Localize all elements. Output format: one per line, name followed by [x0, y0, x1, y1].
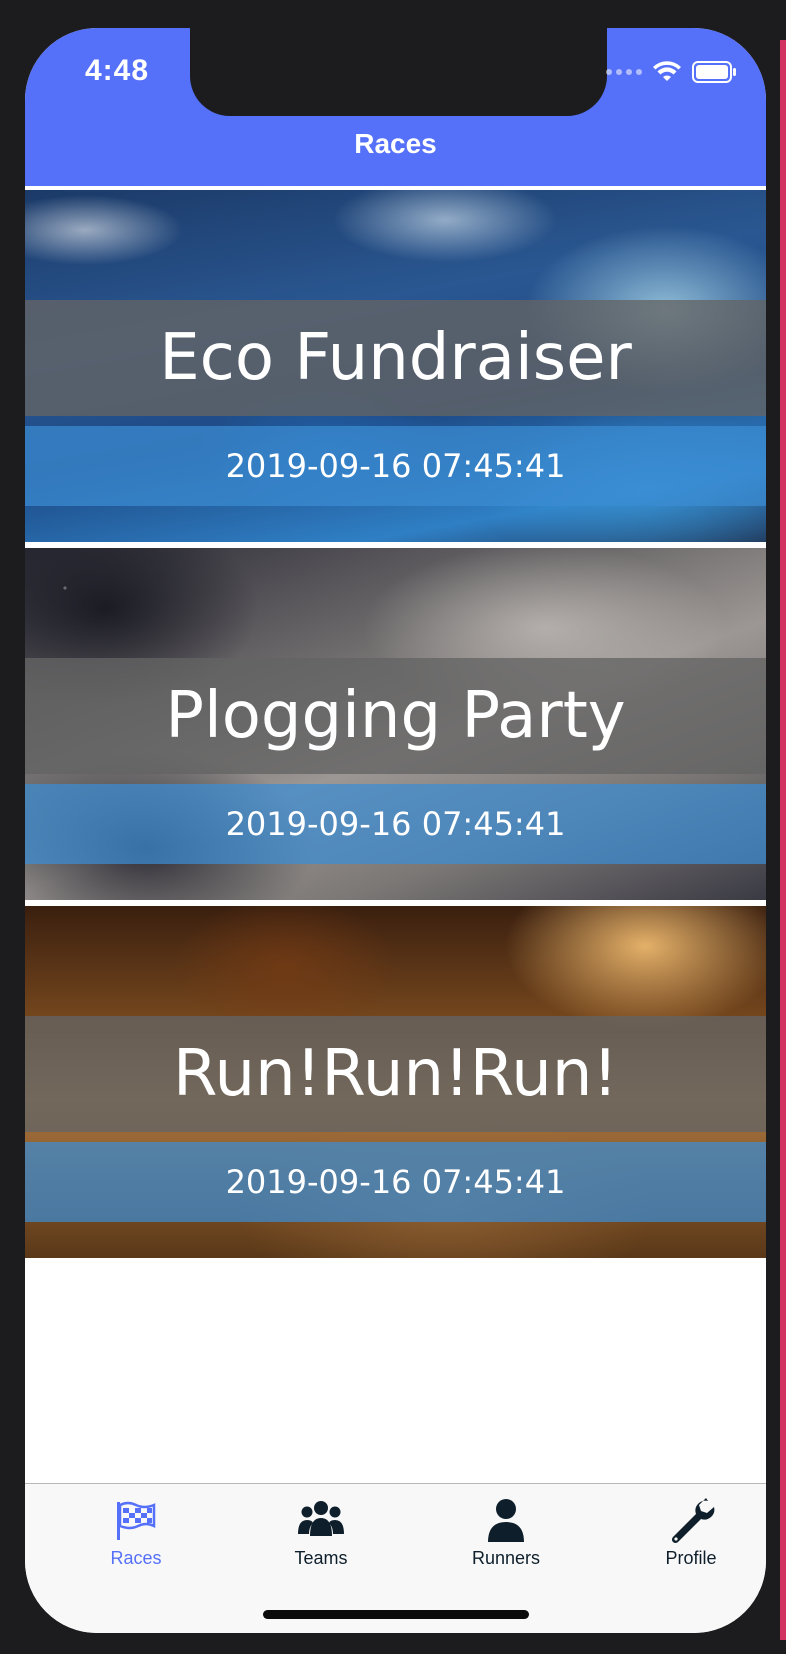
device-frame: 4:48 Races Eco Fundraiser 2019-09-16 07:… [0, 0, 786, 1654]
race-datetime: 2019-09-16 07:45:41 [225, 447, 566, 485]
tab-runners[interactable]: Runners [431, 1496, 581, 1576]
tab-teams[interactable]: Teams [246, 1496, 396, 1576]
race-title: Run!Run!Run! [172, 1037, 619, 1111]
race-date-band: 2019-09-16 07:45:41 [25, 784, 766, 864]
tab-races[interactable]: Races [61, 1496, 211, 1576]
navigation-bar: 4:48 Races [25, 28, 766, 186]
tab-label: Teams [294, 1548, 348, 1568]
tab-label: Races [110, 1548, 162, 1568]
race-card[interactable]: Eco Fundraiser 2019-09-16 07:45:41 [25, 190, 766, 542]
tab-label: Profile [665, 1548, 717, 1568]
race-title: Eco Fundraiser [159, 321, 632, 395]
device-notch [190, 28, 607, 116]
race-title-band: Run!Run!Run! [25, 1016, 766, 1132]
race-card[interactable]: Plogging Party 2019-09-16 07:45:41 [25, 548, 766, 900]
race-title-band: Plogging Party [25, 658, 766, 774]
battery-icon [692, 61, 736, 83]
page-title: Races [354, 128, 437, 159]
race-date-band: 2019-09-16 07:45:41 [25, 1142, 766, 1222]
home-indicator [263, 1610, 529, 1619]
checkered-flag-icon [117, 1501, 156, 1540]
race-title: Plogging Party [165, 679, 626, 753]
cellular-signal-icon [606, 69, 642, 75]
status-time: 4:48 [85, 54, 150, 87]
race-datetime: 2019-09-16 07:45:41 [225, 1163, 566, 1201]
race-card[interactable]: Run!Run!Run! 2019-09-16 07:45:41 [25, 906, 766, 1258]
app-screen: 4:48 Races Eco Fundraiser 2019-09-16 07:… [25, 28, 766, 1633]
wrench-icon [671, 1498, 715, 1544]
device-edge-accent [780, 40, 786, 1640]
tab-profile[interactable]: Profile [616, 1496, 766, 1576]
wifi-icon [653, 61, 681, 81]
group-people-icon [298, 1501, 344, 1536]
race-datetime: 2019-09-16 07:45:41 [225, 805, 566, 843]
race-date-band: 2019-09-16 07:45:41 [25, 426, 766, 506]
tab-label: Runners [471, 1548, 541, 1568]
race-title-band: Eco Fundraiser [25, 300, 766, 416]
status-icons [606, 58, 738, 86]
person-icon [488, 1499, 524, 1542]
